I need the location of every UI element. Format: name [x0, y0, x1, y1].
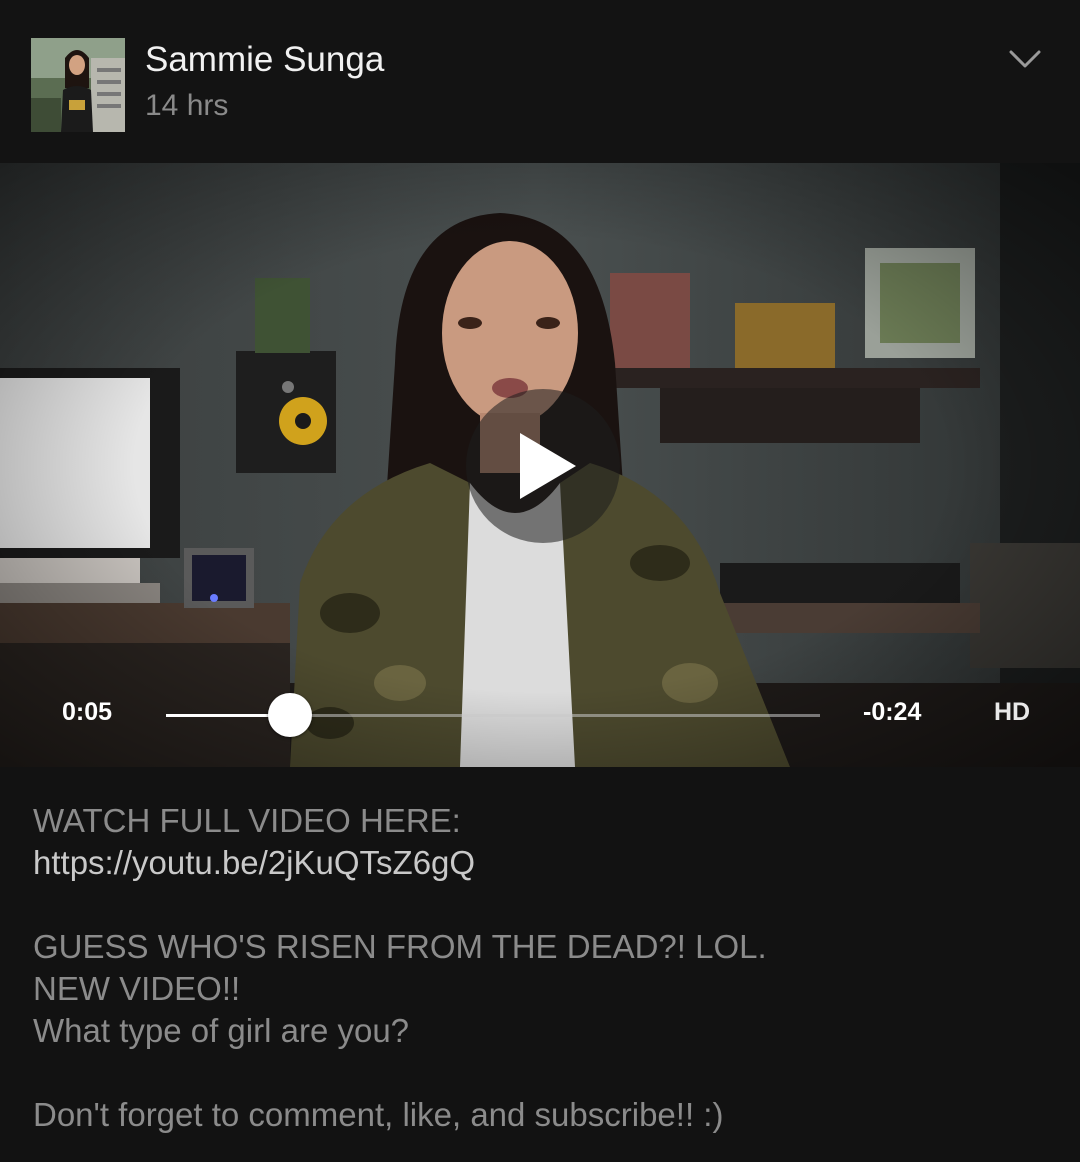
caption-line: What type of girl are you?: [33, 1012, 410, 1049]
seek-thumb[interactable]: [268, 693, 312, 737]
avatar[interactable]: [31, 38, 125, 132]
video-player[interactable]: 0:05 -0:24 HD: [0, 163, 1080, 767]
hd-quality-toggle[interactable]: HD: [994, 695, 1030, 729]
caption-line: GUESS WHO'S RISEN FROM THE DEAD?! LOL.: [33, 928, 767, 965]
author-name[interactable]: Sammie Sunga: [145, 38, 384, 82]
seek-bar[interactable]: [166, 714, 820, 717]
caption-line: Don't forget to comment, like, and subsc…: [33, 1096, 724, 1133]
post-timestamp: 14 hrs: [145, 89, 229, 122]
post-header: Sammie Sunga 14 hrs: [0, 0, 1080, 163]
caption-line: NEW VIDEO!!: [33, 970, 241, 1007]
elapsed-time: 0:05: [62, 698, 113, 726]
caption-line: WATCH FULL VIDEO HERE:: [33, 802, 461, 839]
play-button[interactable]: [466, 389, 620, 543]
chevron-down-icon[interactable]: [1008, 44, 1042, 74]
remaining-time: -0:24: [863, 698, 922, 726]
caption-link[interactable]: https://youtu.be/2jKuQTsZ6gQ: [33, 842, 1053, 884]
play-icon: [520, 433, 576, 499]
post-caption: WATCH FULL VIDEO HERE: https://youtu.be/…: [33, 800, 1053, 1136]
